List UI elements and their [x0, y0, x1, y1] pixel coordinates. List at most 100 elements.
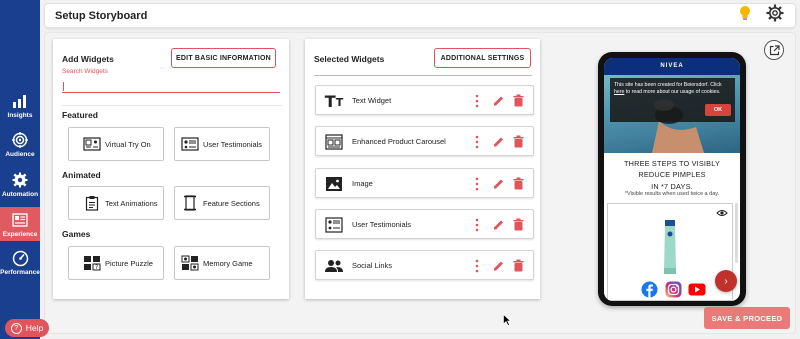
nav-label-performance: Performance [0, 269, 40, 276]
mouse-cursor-icon [503, 314, 511, 326]
edit-pencil-icon[interactable] [492, 94, 505, 107]
more-vertical-icon[interactable] [474, 259, 480, 273]
save-and-proceed-button[interactable]: SAVE & PROCEED [704, 307, 790, 329]
edit-basic-information-button[interactable]: EDIT BASIC INFORMATION [171, 48, 276, 68]
puzzle-icon: ? [83, 255, 101, 271]
preview-subnote: *Visible results when used twice a day. [624, 191, 720, 197]
chevron-right-icon: › [724, 275, 728, 287]
selected-widgets-panel: Selected Widgets ADDITIONAL SETTINGS TT … [305, 39, 540, 299]
cookie-banner: This site has been created for Beiersdor… [610, 78, 735, 122]
selected-widget-label: Social Links [352, 261, 393, 270]
divider [314, 75, 532, 76]
selected-widget-label: User Testimonials [352, 220, 412, 229]
selected-widget-label: Image [352, 179, 373, 188]
more-vertical-icon[interactable] [474, 135, 480, 149]
selected-widget-label: Text Widget [352, 96, 392, 105]
add-widgets-title: Add Widgets [62, 54, 114, 64]
nav-item-audience[interactable]: Audience [0, 131, 40, 158]
virtual-try-on-icon [83, 136, 101, 152]
selected-widget-image[interactable]: Image [315, 168, 534, 198]
cookie-ok-button[interactable]: OK [705, 104, 731, 116]
facebook-icon[interactable] [640, 280, 658, 298]
selected-widget-social-links[interactable]: Social Links [315, 250, 534, 280]
widget-virtual-try-on[interactable]: Virtual Try On [68, 127, 164, 161]
clipboard-icon [83, 195, 101, 211]
edit-pencil-icon[interactable] [492, 218, 505, 231]
nav-label-automation: Automation [1, 191, 39, 198]
product-tube-image [664, 220, 676, 274]
widget-label: Picture Puzzle [105, 258, 153, 268]
phone-preview-screen[interactable]: NIVEA This site has been created for Bei… [604, 58, 740, 301]
testimonials-icon [181, 136, 199, 152]
widget-picture-puzzle[interactable]: ? Picture Puzzle [68, 246, 164, 280]
preview-headline: THREE STEPS TO VISIBLY REDUCE PIMPLES IN … [623, 159, 721, 191]
image-icon [323, 175, 345, 193]
help-button[interactable]: ? Help [5, 319, 49, 337]
divider [62, 105, 282, 106]
eye-icon[interactable] [716, 209, 728, 217]
brand-logo-text: NIVEA [660, 63, 684, 69]
text-caret [63, 82, 64, 91]
widget-label: Memory Game [203, 258, 253, 268]
testimonials-icon [323, 216, 345, 234]
selected-widget-product-carousel[interactable]: Enhanced Product Carousel [315, 126, 534, 156]
cookie-text: This site has been created for Beiersdor… [614, 82, 722, 96]
section-featured: Featured [62, 110, 98, 120]
more-vertical-icon[interactable] [474, 177, 480, 191]
delete-trash-icon[interactable] [513, 135, 524, 148]
settings-gear-icon[interactable] [766, 4, 784, 22]
external-link-icon [769, 44, 780, 55]
more-vertical-icon[interactable] [474, 218, 480, 232]
carousel-icon [323, 133, 345, 151]
nav-item-performance[interactable]: Performance [0, 249, 40, 276]
widget-text-animations[interactable]: Text Animations [68, 186, 164, 220]
next-arrow-button[interactable]: › [715, 270, 737, 292]
top-header: Setup Storyboard [44, 3, 796, 28]
layout-icon [11, 211, 29, 229]
nav-label-insights: Insights [7, 112, 33, 119]
additional-settings-button[interactable]: ADDITIONAL SETTINGS [434, 48, 531, 68]
delete-trash-icon[interactable] [513, 259, 524, 272]
selected-widget-text[interactable]: TT Text Widget [315, 85, 534, 115]
edit-pencil-icon[interactable] [492, 177, 505, 190]
text-icon: TT [324, 91, 344, 111]
preview-scrollbar[interactable] [735, 203, 738, 263]
gauge-icon [11, 249, 29, 267]
selected-widgets-title: Selected Widgets [314, 54, 385, 64]
widget-label: Feature Sections [203, 198, 260, 208]
bar-chart-icon [11, 92, 29, 110]
cookie-link[interactable]: here [614, 89, 624, 95]
widget-label: Text Animations [105, 198, 158, 208]
widget-user-testimonials[interactable]: User Testimonials [174, 127, 270, 161]
nav-item-insights[interactable]: Insights [0, 92, 40, 119]
edit-pencil-icon[interactable] [492, 135, 505, 148]
edit-pencil-icon[interactable] [492, 259, 505, 272]
section-animated: Animated [62, 170, 101, 180]
search-widgets-label: Search Widgets [62, 68, 108, 75]
delete-trash-icon[interactable] [513, 94, 524, 107]
section-games: Games [62, 229, 91, 239]
side-navigation [0, 0, 40, 339]
nav-item-automation[interactable]: Automation [0, 171, 40, 198]
nav-label-audience: Audience [5, 151, 35, 158]
selected-widget-user-testimonials[interactable]: User Testimonials [315, 209, 534, 239]
widget-feature-sections[interactable]: Feature Sections [174, 186, 270, 220]
open-preview-button[interactable] [764, 40, 784, 60]
more-vertical-icon[interactable] [474, 94, 480, 108]
instagram-icon[interactable] [664, 280, 682, 298]
nav-label-experience: Experience [2, 230, 38, 238]
gear-icon [11, 171, 29, 189]
help-label: Help [25, 323, 44, 333]
selected-widget-label: Enhanced Product Carousel [352, 137, 446, 146]
youtube-icon[interactable] [688, 280, 706, 298]
widget-memory-game[interactable]: Memory Game [174, 246, 270, 280]
widget-label: Virtual Try On [105, 139, 151, 149]
target-icon [11, 131, 29, 149]
delete-trash-icon[interactable] [513, 218, 524, 231]
page-title: Setup Storyboard [55, 10, 148, 22]
lightbulb-icon[interactable] [738, 5, 752, 21]
search-widgets-input[interactable] [62, 77, 280, 93]
delete-trash-icon[interactable] [513, 177, 524, 190]
memory-game-icon [181, 255, 199, 271]
nav-item-experience[interactable]: Experience [0, 207, 40, 241]
